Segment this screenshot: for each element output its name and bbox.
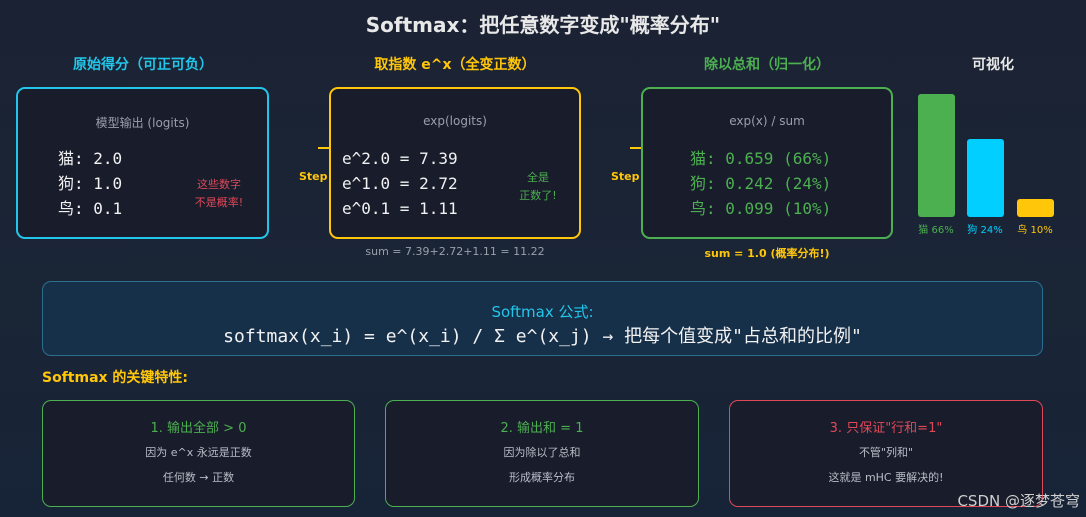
watermark: CSDN @逐梦苍穹 bbox=[957, 492, 1080, 510]
logits-box: 模型输出 (logits) 猫: 2.0 狗: 1.0 鸟: 0.1 这些数字 … bbox=[16, 87, 269, 239]
step-label-2: Step bbox=[611, 170, 640, 183]
prob-bird: 鸟: 0.099 (10%) bbox=[690, 199, 832, 218]
properties-heading: Softmax 的关键特性: bbox=[42, 370, 189, 386]
logits-values: 猫: 2.0 狗: 1.0 鸟: 0.1 bbox=[58, 146, 122, 221]
bar-dog bbox=[967, 139, 1004, 217]
probability-values: 猫: 0.659 (66%) 狗: 0.242 (24%) 鸟: 0.099 (… bbox=[690, 146, 831, 221]
normalize-box-title: exp(x) / sum bbox=[729, 114, 805, 128]
bar-label-dog: 狗 24% bbox=[967, 225, 1003, 236]
exp-box-title: exp(logits) bbox=[423, 114, 487, 128]
logit-bird: 鸟: 0.1 bbox=[58, 199, 123, 218]
step-label-1: Step bbox=[299, 170, 328, 183]
property-line-1b: 任何数 → 正数 bbox=[162, 471, 235, 484]
viz-heading: 可视化 bbox=[972, 57, 1014, 73]
bar-bird bbox=[1017, 199, 1054, 217]
property-line-2b: 形成概率分布 bbox=[509, 471, 575, 484]
exp-sum-caption: sum = 7.39+2.72+1.11 = 11.22 bbox=[365, 245, 545, 258]
exp-values: e^2.0 = 7.39 e^1.0 = 2.72 e^0.1 = 1.11 bbox=[342, 146, 458, 221]
bar-label-bird: 鸟 10% bbox=[1017, 225, 1053, 236]
prob-sum-caption: sum = 1.0 (概率分布!) bbox=[704, 247, 830, 260]
property-title-1: 1. 输出全部 > 0 bbox=[150, 421, 247, 436]
formula-text: softmax(x_i) = e^(x_i) / Σ e^(x_j) → 把每个… bbox=[223, 326, 862, 347]
all-positive-note: 全是 正数了! bbox=[519, 171, 557, 202]
bar-label-cat: 猫 66% bbox=[918, 225, 954, 236]
property-line-3b: 这就是 mHC 要解决的! bbox=[828, 471, 944, 484]
property-title-3: 3. 只保证"行和=1" bbox=[829, 421, 943, 436]
property-card-positive: 1. 输出全部 > 0 因为 e^x 永远是正数 任何数 → 正数 bbox=[42, 400, 355, 507]
logit-dog: 狗: 1.0 bbox=[58, 174, 123, 193]
bar-cat bbox=[918, 94, 955, 217]
exp-heading: 取指数 e^x（全变正数） bbox=[374, 57, 536, 73]
logits-heading: 原始得分（可正可负） bbox=[73, 57, 213, 73]
formula-label: Softmax 公式: bbox=[491, 303, 594, 321]
prob-cat: 猫: 0.659 (66%) bbox=[690, 149, 832, 168]
normalize-heading: 除以总和（归一化） bbox=[704, 57, 830, 73]
property-title-2: 2. 输出和 = 1 bbox=[500, 421, 584, 436]
exp-bird: e^0.1 = 1.11 bbox=[342, 199, 458, 218]
exp-cat: e^2.0 = 7.39 bbox=[342, 149, 458, 168]
formula-box: Softmax 公式: softmax(x_i) = e^(x_i) / Σ e… bbox=[42, 281, 1043, 356]
property-line-3a: 不管"列和" bbox=[858, 446, 914, 459]
property-card-sum: 2. 输出和 = 1 因为除以了总和 形成概率分布 bbox=[385, 400, 699, 507]
normalize-box: exp(x) / sum 猫: 0.659 (66%) 狗: 0.242 (24… bbox=[641, 87, 893, 239]
logits-box-title: 模型输出 (logits) bbox=[95, 116, 190, 130]
exp-dog: e^1.0 = 2.72 bbox=[342, 174, 458, 193]
logit-cat: 猫: 2.0 bbox=[58, 149, 123, 168]
property-line-1a: 因为 e^x 永远是正数 bbox=[145, 446, 252, 459]
prob-dog: 狗: 0.242 (24%) bbox=[690, 174, 832, 193]
page-title: Softmax：把任意数字变成"概率分布" bbox=[365, 13, 721, 37]
exp-box: exp(logits) e^2.0 = 7.39 e^1.0 = 2.72 e^… bbox=[329, 87, 581, 239]
not-probability-note: 这些数字 不是概率! bbox=[194, 178, 244, 209]
property-line-2a: 因为除以了总和 bbox=[503, 446, 581, 459]
